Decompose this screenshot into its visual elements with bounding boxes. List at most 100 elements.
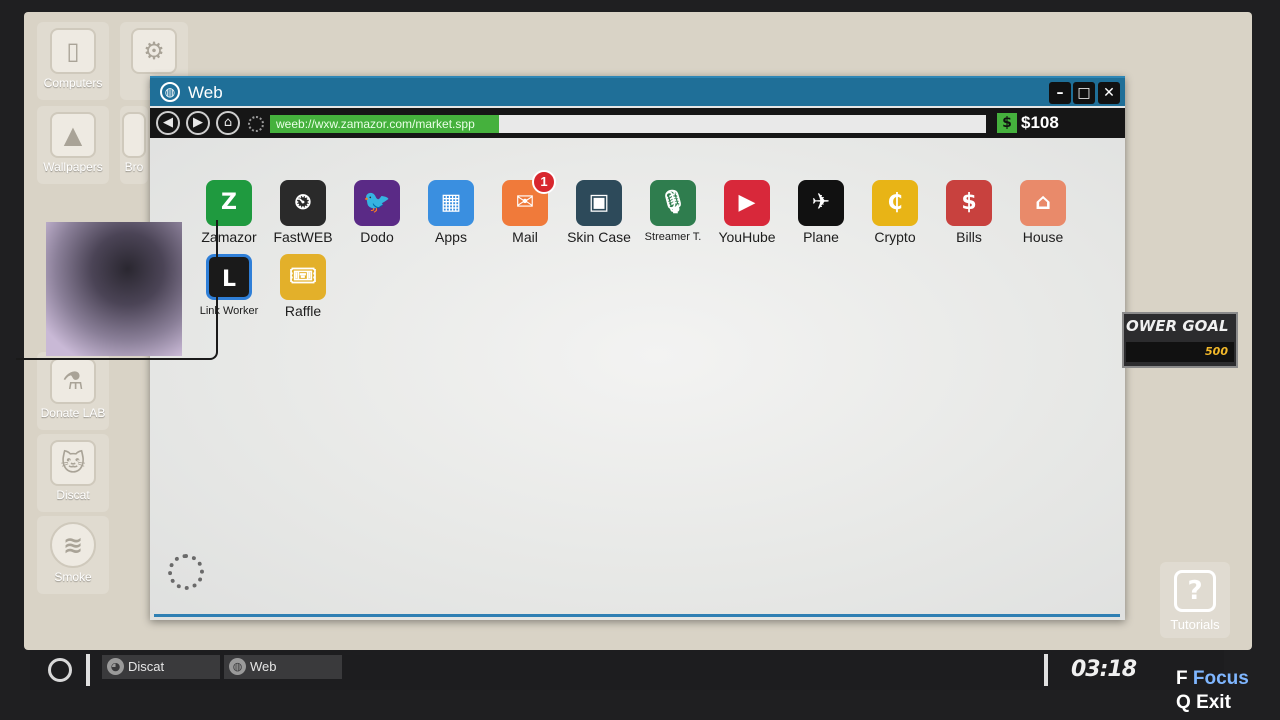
taskbar: ◕ Discat ◍ Web 03:18	[30, 650, 1224, 690]
app-crypto[interactable]: ₵ Crypto	[858, 180, 932, 245]
desktop-icon-computers[interactable]: ▯ Computers	[37, 22, 109, 100]
app-fastweb[interactable]: ⏲ FastWEB	[266, 180, 340, 245]
microphone-icon: 🎙	[650, 180, 696, 226]
page-loading-spinner-icon	[168, 554, 204, 590]
taskbar-task-label: Web	[250, 659, 277, 674]
desktop-icon-label: Discat	[56, 488, 90, 502]
desktop-icon-label: Donate LAB	[40, 406, 106, 420]
key-label: Q	[1176, 692, 1191, 713]
app-dodo[interactable]: 🐦 Dodo	[340, 180, 414, 245]
bill-receipt-icon: $	[946, 180, 992, 226]
webcam-feed	[46, 222, 182, 356]
window-titlebar[interactable]: ◍ Web – □ ✕	[150, 76, 1125, 106]
app-label: Crypto	[874, 229, 916, 245]
money-icon: $	[997, 113, 1017, 133]
wave-icon: ≋	[50, 522, 96, 568]
minimize-button[interactable]: –	[1049, 82, 1071, 104]
maximize-button[interactable]: □	[1073, 82, 1095, 104]
desktop-icon-label: Bro	[124, 160, 144, 174]
stream-goal-value: 500	[1205, 345, 1228, 358]
basketball-icon	[122, 112, 146, 158]
desktop-icon-donate-lab[interactable]: ⚗ Donate LAB	[37, 352, 109, 430]
web-browser-window: ◍ Web – □ ✕ ◀ ▶ ⌂ weeb://wxw.zamazor.com…	[150, 76, 1125, 620]
app-label: Mail	[512, 229, 538, 245]
cat-icon: 🐱	[50, 440, 96, 486]
desktop-icon-discat[interactable]: 🐱 Discat	[37, 434, 109, 512]
app-label: Raffle	[284, 303, 322, 319]
window-title: Web	[188, 83, 223, 102]
stream-goal-bar: 500	[1126, 342, 1234, 362]
start-button[interactable]	[48, 658, 72, 682]
computer-tower-icon: ▯	[50, 28, 96, 74]
globe-icon: ◍	[229, 658, 246, 675]
question-mark-icon: ?	[1174, 570, 1216, 612]
flask-icon: ⚗	[50, 358, 96, 404]
apps-grid-icon: ▦	[428, 180, 474, 226]
app-raffle[interactable]: 🎟 Raffle	[266, 254, 340, 319]
browser-navbar: ◀ ▶ ⌂ weeb://wxw.zamazor.com/market.spp …	[150, 108, 1125, 138]
exit-key-hint: Q Exit	[1176, 692, 1231, 714]
tutorials-label: Tutorials	[1170, 617, 1220, 632]
app-label: Dodo	[360, 229, 394, 245]
mail-icon: ✉ 1	[502, 170, 556, 226]
picture-icon: ▲	[50, 112, 96, 158]
key-action: Focus	[1192, 668, 1249, 689]
desktop-icon-wallpapers[interactable]: ▲ Wallpapers	[37, 106, 109, 184]
address-bar[interactable]: weeb://wxw.zamazor.com/market.spp	[270, 115, 986, 133]
taskbar-task-label: Discat	[128, 659, 165, 674]
notification-badge: 1	[532, 170, 556, 194]
desktop-icon-label: Computers	[43, 76, 103, 90]
home-button[interactable]: ⌂	[216, 111, 240, 135]
app-label: Skin Case	[567, 229, 631, 245]
app-label: Apps	[435, 229, 467, 245]
dodo-bird-icon: 🐦	[354, 180, 400, 226]
url-text: weeb://wxw.zamazor.com/market.spp	[276, 117, 475, 131]
desktop-icon-label: Wallpapers	[43, 160, 103, 174]
speedometer-icon: ⏲	[280, 180, 326, 226]
taskbar-task-web[interactable]: ◍ Web	[224, 655, 342, 679]
webcam-overlay	[16, 220, 218, 360]
video-play-icon: ▶	[724, 180, 770, 226]
loading-spinner-icon	[248, 116, 264, 132]
app-label: House	[1022, 229, 1064, 245]
plane-icon: ✈	[798, 180, 844, 226]
app-bills[interactable]: $ Bills	[932, 180, 1006, 245]
skin-case-icon: ▣	[576, 180, 622, 226]
back-button[interactable]: ◀	[156, 111, 180, 135]
app-skin-case[interactable]: ▣ Skin Case	[562, 180, 636, 245]
monitor-frame: ▯ Computers ⚙ M ▲ Wallpapers Bro ⚗ Donat…	[0, 0, 1280, 720]
close-button[interactable]: ✕	[1098, 82, 1120, 104]
app-youhube[interactable]: ▶ YouHube	[710, 180, 784, 245]
desktop-icon-smoke[interactable]: ≋ Smoke	[37, 516, 109, 594]
page-bottom-bar	[154, 614, 1120, 617]
stream-goal-widget: OWER GOAL 500	[1122, 312, 1238, 368]
app-label: Plane	[803, 229, 839, 245]
cat-icon: ◕	[107, 658, 124, 675]
app-label: FastWEB	[273, 229, 333, 245]
browser-content: Z Zamazor ⏲ FastWEB 🐦 Dodo ▦ Apps ✉ 1 Mail ▣ Skin Ca…	[150, 138, 1125, 620]
globe-icon: ◍	[160, 82, 180, 102]
forward-button[interactable]: ▶	[186, 111, 210, 135]
app-plane[interactable]: ✈ Plane	[784, 180, 858, 245]
taskbar-task-discat[interactable]: ◕ Discat	[102, 655, 220, 679]
stream-goal-title: OWER GOAL	[1126, 317, 1229, 335]
taskbar-divider	[86, 654, 90, 686]
app-house[interactable]: ⌂ House	[1006, 180, 1080, 245]
focus-key-hint: F Focus	[1176, 668, 1249, 690]
app-streamer-t[interactable]: 🎙 Streamer T.	[636, 180, 710, 245]
app-apps[interactable]: ▦ Apps	[414, 180, 488, 245]
app-label: Streamer T.	[644, 231, 702, 243]
desktop-icon-bro[interactable]: Bro	[120, 106, 148, 184]
tutorials-button[interactable]: ? Tutorials	[1160, 562, 1230, 638]
app-mail[interactable]: ✉ 1 Mail	[488, 170, 562, 245]
key-label: F	[1176, 668, 1188, 689]
mining-icon: ⚙	[131, 28, 177, 74]
money-balance: $108	[1021, 113, 1059, 132]
ticket-icon: 🎟	[280, 254, 326, 300]
taskbar-divider	[1044, 654, 1048, 686]
app-label: Bills	[956, 229, 982, 245]
desktop-icon-label: Smoke	[54, 570, 92, 584]
crypto-coin-icon: ₵	[872, 180, 918, 226]
house-icon: ⌂	[1020, 180, 1066, 226]
taskbar-clock: 03:18	[1070, 657, 1137, 682]
